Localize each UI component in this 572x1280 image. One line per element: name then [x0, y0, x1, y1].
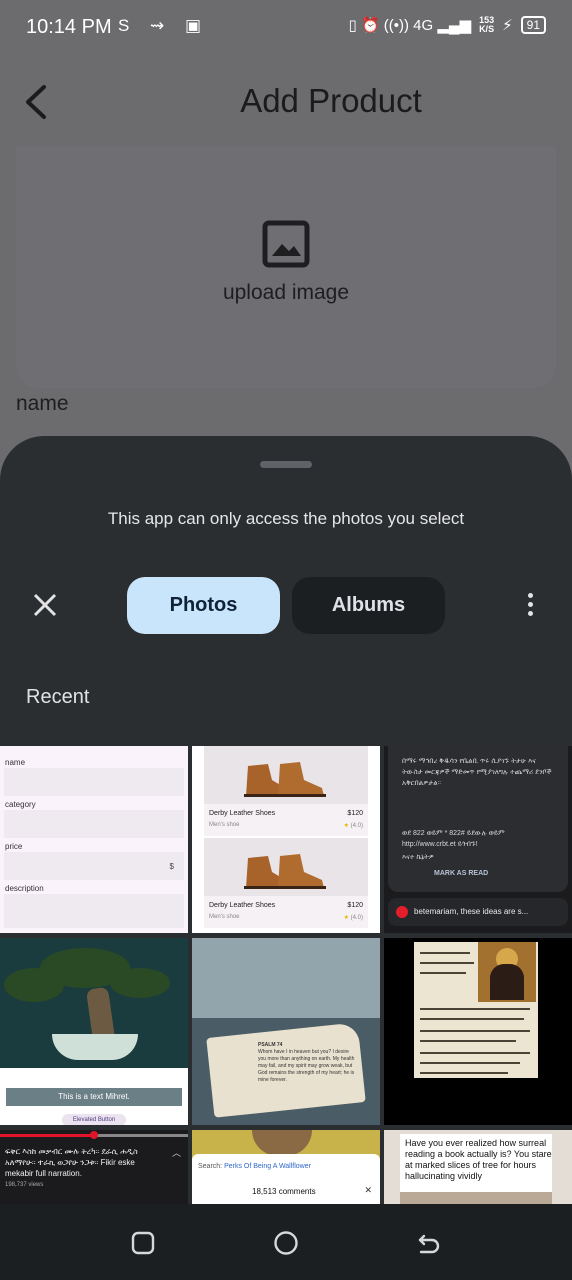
book-text: PSALM 74 Whom have I in heaven but you? … [258, 1042, 358, 1084]
shoe-image [244, 762, 326, 797]
thumb-field [4, 852, 184, 880]
video-views: 198,737 views [5, 1182, 44, 1188]
mark-as-read: MARK AS READ [434, 870, 489, 877]
bonsai-foliage [110, 968, 170, 998]
search-card: Search: Perks Of Being A Wallflower 18,5… [192, 1154, 380, 1206]
book-body: Whom have I in heaven but you? I desire … [258, 1049, 355, 1083]
thumb-currency: $ [169, 862, 174, 871]
photo-picker-sheet: This app can only access the photos you … [0, 436, 572, 1280]
thumb-field [4, 894, 184, 928]
product-name: Derby Leather Shoes [209, 810, 276, 817]
close-icon: ✕ [364, 1185, 372, 1195]
book-heading: PSALM 74 [258, 1042, 283, 1048]
navigation-bar [0, 1204, 572, 1280]
photo-thumbnail[interactable]: Have you ever realized how surreal readi… [384, 1130, 572, 1206]
photo-thumbnail[interactable]: ፍቅር እስከ መቃብር ሙሉ ትረካ። ደራሲ ሐዲስ አለማየሁ። ተራኪ … [0, 1130, 188, 1206]
text-line [420, 1040, 516, 1042]
image-icon [262, 220, 310, 268]
sea-background [192, 938, 380, 1018]
status-time: 10:14 PM [26, 16, 112, 38]
thumb-label: name [5, 758, 26, 767]
photo-thumbnail[interactable]: Search: Perks Of Being A Wallflower 18,5… [192, 1130, 380, 1206]
notification-text: betemariam, these ideas are s... [414, 907, 529, 916]
video-progress-thumb [90, 1131, 98, 1139]
app-header: Add Product [0, 58, 572, 146]
product-image [204, 838, 368, 896]
name-field-label: name [16, 392, 69, 415]
photo-thumbnail[interactable] [384, 938, 572, 1125]
product-card: Derby Leather Shoes $120 Men's shoe ★ (4… [204, 838, 368, 928]
page-title: Add Product [240, 82, 422, 119]
charging-icon: ⚡ [502, 17, 513, 34]
recents-icon[interactable] [130, 1230, 156, 1256]
text-line [420, 1062, 520, 1064]
thumb-field [4, 810, 184, 838]
photo-thumbnail[interactable]: Derby Leather Shoes $120 Men's shoe ★ (4… [192, 746, 380, 933]
product-price: $120 [347, 902, 363, 909]
section-title-recent: Recent [26, 686, 90, 708]
message-text: በማሩ ማኅበረ ቅዱሳን የቤልቢ ጥሩ ሲያገኙ ትታሁ እና ትውስታ መ… [402, 758, 552, 787]
text-line [420, 1052, 530, 1054]
photo-thumbnail[interactable]: PSALM 74 Whom have I in heaven but you? … [192, 938, 380, 1125]
thumb-label: description [5, 884, 44, 893]
product-subtitle: Men's shoe [209, 822, 240, 828]
preview-elevated-button: Elevated Button [62, 1114, 126, 1125]
network-speed-unit: K/S [479, 24, 495, 34]
product-subtitle: Men's shoe [209, 914, 240, 920]
message-card: በማሩ ማኅበረ ቅዱሳን የቤልቢ ጥሩ ሲያገኙ ትታሁ እና ትውስታ መ… [388, 746, 568, 892]
drag-handle[interactable] [260, 461, 312, 468]
product-price: $120 [347, 810, 363, 817]
back-icon[interactable] [416, 1230, 442, 1256]
icon-figure [490, 964, 524, 1000]
text-line [420, 1030, 530, 1032]
video-progress-fill [0, 1134, 94, 1137]
pinterest-icon [396, 906, 408, 918]
chevron-up-icon: ︿ [172, 1148, 182, 1158]
product-name: Derby Leather Shoes [209, 902, 276, 909]
text-line [420, 962, 474, 964]
close-icon[interactable] [28, 588, 62, 622]
post-text: Have you ever realized how surreal readi… [405, 1138, 552, 1181]
bonsai-pot [52, 1034, 138, 1060]
battery-level: 91 [520, 16, 546, 34]
product-rating: ★ (4.0) [343, 823, 363, 829]
notification-icons: S ⇝ ▣ [118, 16, 210, 35]
photo-thumbnail[interactable]: This is a text Mihret. Elevated Button [0, 938, 188, 1125]
status-bar: 10:14 PM S ⇝ ▣ ▯ ⏰ ((•)) 4G ▂▄▆ 153 K/S … [0, 0, 572, 58]
preview-text-bar: This is a text Mihret. [6, 1088, 182, 1106]
text-line [420, 1072, 508, 1074]
status-right-group: ▯ ⏰ ((•)) 4G ▂▄▆ 153 K/S ⚡ 91 [349, 16, 546, 34]
more-vert-icon[interactable] [520, 590, 540, 622]
video-title: ፍቅር እስከ መቃብር ሙሉ ትረካ። ደራሲ ሐዲስ አለማየሁ። ተራኪ … [5, 1147, 138, 1178]
message-text: ወደ 822 ወይም * 822# ይደውሉ ወይም http://www.cr… [402, 830, 505, 848]
text-line [420, 972, 466, 974]
tab-albums[interactable]: Albums [292, 577, 445, 634]
text-line [420, 1018, 524, 1020]
network-speed: 153 K/S [479, 16, 494, 34]
text-line [420, 952, 470, 954]
photo-thumbnail[interactable]: በማሩ ማኅበረ ቅዱሳን የቤልቢ ጥሩ ሲያገኙ ትታሁ እና ትውስታ መ… [384, 746, 572, 933]
system-status-icons: ▯ ⏰ ((•)) 4G ▂▄▆ [348, 17, 472, 34]
star-icon: ★ [343, 823, 349, 829]
text-line [420, 1008, 530, 1010]
upload-image-label: upload image [222, 281, 350, 304]
thumb-label: category [5, 800, 36, 809]
comment-count: 18,513 comments [252, 1187, 316, 1196]
pinterest-notification: betemariam, these ideas are s... [388, 898, 568, 926]
person-photo [252, 1130, 312, 1156]
access-notice: This app can only access the photos you … [107, 509, 465, 528]
thumb-label: price [5, 842, 23, 851]
product-rating: ★ (4.0) [343, 915, 363, 921]
star-icon: ★ [343, 915, 349, 921]
product-image [204, 746, 368, 804]
product-card: Derby Leather Shoes $120 Men's shoe ★ (4… [204, 746, 368, 836]
search-query: Search: Perks Of Being A Wallflower [198, 1163, 311, 1170]
photo-thumbnail[interactable]: name category price $ description [0, 746, 188, 933]
message-text: እናተ ኬኔትዎ [402, 854, 434, 861]
tab-photos[interactable]: Photos [127, 577, 280, 634]
thumb-field [4, 768, 184, 796]
shoe-image [244, 854, 326, 889]
home-icon[interactable] [273, 1230, 299, 1256]
